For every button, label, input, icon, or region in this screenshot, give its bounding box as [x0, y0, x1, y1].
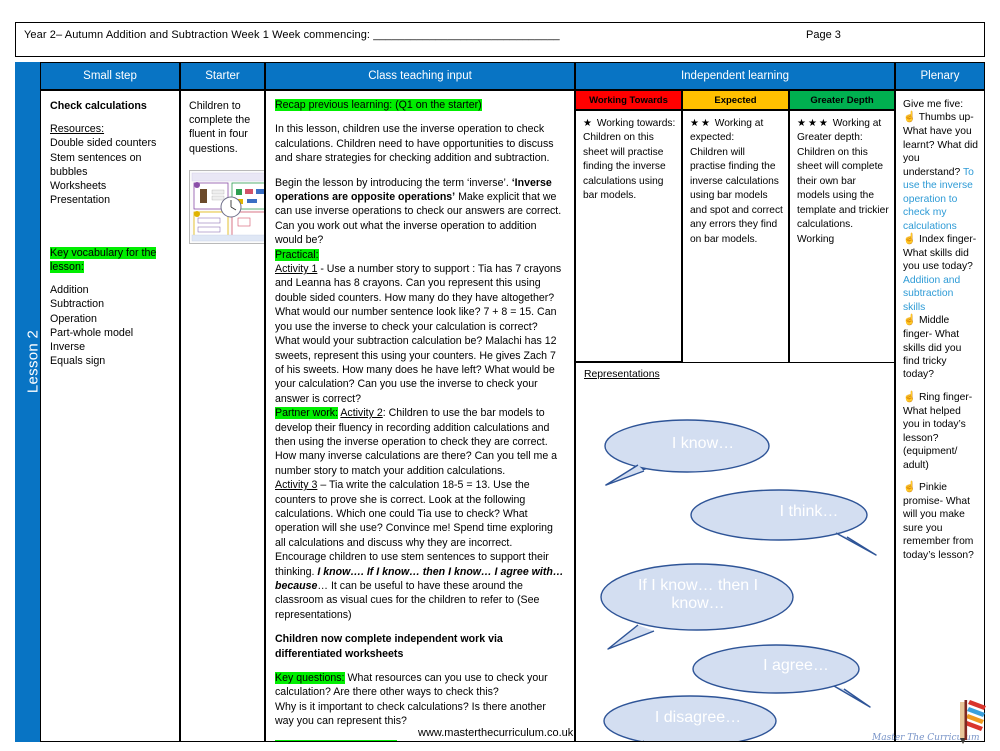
hand-icon: ☝ [903, 481, 917, 494]
partner-work-label: Partner work: [275, 407, 338, 420]
small-step-cell: Check calculations Resources: Double sid… [40, 90, 180, 742]
activity-3: Activity 3 – Tia write the calculation 1… [275, 478, 565, 622]
key-vocabulary-label: Key vocabulary for the lesson: [50, 246, 172, 274]
starter-cell: Children to complete the fluent in four … [180, 90, 265, 742]
vocab-item: Operation [50, 312, 97, 325]
star-rating-1: ★ [583, 118, 594, 129]
column-header-class-teaching-input: Class teaching input [265, 62, 575, 90]
vocab-item: Subtraction [50, 298, 105, 311]
hand-icon: ☝ [903, 314, 917, 327]
plenary-answer: Addition and subtraction skills [903, 274, 961, 313]
vocab-item: Part-whole model [50, 326, 134, 339]
lesson-spine: Lesson 2 [15, 62, 42, 742]
misconceptions-label: Common Misconceptions: [275, 739, 397, 741]
footer-url: www.masterthecurriculum.co.uk [418, 727, 574, 739]
star-rating-2: ★★ [690, 118, 712, 129]
hand-icon: ☝ [903, 390, 917, 403]
level-header-greater-depth: Greater Depth [789, 90, 895, 110]
vocab-item: Equals sign [50, 355, 106, 368]
level-heading: Working towards: [596, 118, 676, 129]
small-step-title: Check calculations [50, 100, 147, 112]
resource-item: Stem sentences on bubbles [50, 151, 142, 178]
plenary-prompt: Ring finger- What helped you in today’s … [903, 391, 973, 471]
key-vocabulary-label-text: Key vocabulary for the lesson: [50, 246, 157, 273]
activity-3-label: Activity 3 [275, 479, 318, 492]
hand-icon: ☝ [903, 111, 917, 124]
activity-2-label: Activity 2 [340, 407, 383, 420]
level-text: Children will practise finding the inver… [690, 146, 783, 245]
activity-1: Activity 1 - Use a number story to suppo… [275, 262, 565, 406]
lesson-plan-grid: Lesson 2 Small step Starter Class teachi… [15, 62, 985, 742]
column-header-plenary: Plenary [895, 62, 985, 90]
level-text: Children on this sheet will complete the… [797, 146, 889, 245]
level-header-expected: Expected [682, 90, 789, 110]
master-the-curriculum-logo [940, 694, 992, 746]
activity-1-label: Activity 1 [275, 263, 318, 276]
plenary-prompt: Pinkie promise- What will you make sure … [903, 482, 974, 561]
level-body-working-towards: ★ Working towards: Children on this shee… [575, 110, 682, 362]
plenary-title: Give me five: [903, 99, 964, 110]
plenary-item: ☝ Pinkie promise- What will you make sur… [903, 481, 978, 562]
teaching-begin: Begin the lesson by introducing the term… [275, 176, 565, 248]
plenary-item: ☝ Middle finger- What skills did you fin… [903, 314, 978, 382]
vocab-item: Inverse [50, 341, 86, 354]
class-teaching-input-cell: Recap previous learning: (Q1 on the star… [265, 90, 575, 742]
key-questions-label: Key questions: [275, 672, 345, 685]
representations-cell: Representations I know… I think… If I kn… [575, 362, 895, 742]
practical-label: Practical: [275, 248, 319, 261]
level-text: Children on this sheet will practise fin… [583, 132, 666, 202]
column-header-starter: Starter [180, 62, 265, 90]
vocab-item: Addition [50, 284, 89, 297]
representations-title: Representations [584, 369, 660, 380]
plenary-item: ☝ Index finger- What skills did you use … [903, 233, 978, 314]
recap-label: Recap previous learning: (Q1 on the star… [275, 99, 482, 111]
worksheet-page: Year 2– Autumn Addition and Subtraction … [0, 0, 1000, 750]
resources-label: Resources: [50, 123, 105, 136]
hand-icon: ☝ [903, 233, 917, 246]
page-title: Year 2– Autumn Addition and Subtraction … [24, 29, 560, 41]
fluent-in-four-slide-thumbnail [189, 169, 264, 244]
star-rating-3: ★★★ [797, 118, 830, 129]
column-header-small-step: Small step [40, 62, 180, 90]
column-header-independent-learning: Independent learning [575, 62, 895, 90]
document-title-bar: Year 2– Autumn Addition and Subtraction … [15, 22, 985, 57]
begin-pre: Begin the lesson by introducing the term… [275, 176, 512, 189]
speech-bubble-i-think: I think… [684, 485, 884, 563]
resource-item: Double sided counters [50, 137, 157, 150]
starter-text: Children to complete the fluent in four … [189, 100, 251, 155]
plenary-item: ☝ Ring finger- What helped you in today’… [903, 391, 978, 472]
activity-1-text: - Use a number story to support : Tia ha… [275, 263, 562, 405]
key-questions: Key questions: What resources can you us… [275, 671, 565, 729]
level-header-working-towards: Working Towards [575, 90, 682, 110]
lesson-label: Lesson 2 [24, 329, 42, 394]
speech-bubble-i-disagree: I disagree… [592, 693, 792, 741]
plenary-item: ☝ Thumbs up- What have you learnt? What … [903, 111, 978, 233]
activity-2: Partner work: Activity 2: Children to us… [275, 406, 565, 478]
activity-3-pre: – Tia write the calculation 18-5 = 13. U… [275, 479, 553, 578]
resource-item: Worksheets [50, 180, 107, 193]
teaching-intro: In this lesson, children use the inverse… [275, 123, 554, 165]
plenary-cell: Give me five: ☝ Thumbs up- What have you… [895, 90, 985, 742]
independent-work-note: Children now complete independent work v… [275, 633, 503, 660]
speech-bubble-i-know: I know… [598, 415, 778, 493]
resource-item: Presentation [50, 194, 111, 207]
page-number: Page 3 [806, 29, 841, 41]
